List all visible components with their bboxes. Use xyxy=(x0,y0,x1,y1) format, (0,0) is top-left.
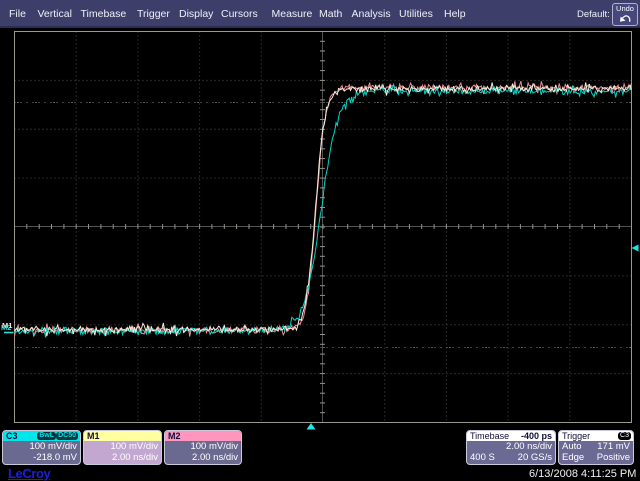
svg-text:M1: M1 xyxy=(2,321,12,330)
